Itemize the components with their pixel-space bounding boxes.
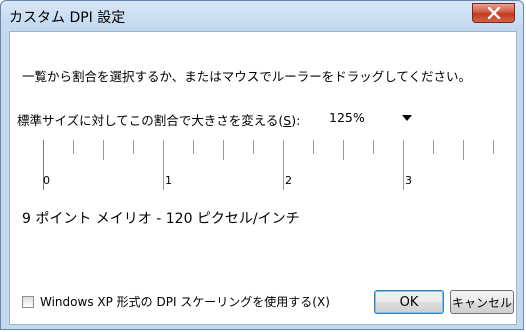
ruler-tick <box>103 140 104 160</box>
xp-scaling-option[interactable]: Windows XP 形式の DPI スケーリングを使用する(X) <box>22 293 330 310</box>
ok-button[interactable]: OK <box>374 290 444 314</box>
scale-label-after: ): <box>291 113 301 128</box>
ruler-tick <box>373 140 374 154</box>
chevron-down-icon <box>402 115 412 121</box>
xp-scaling-label[interactable]: Windows XP 形式の DPI スケーリングを使用する(X) <box>40 293 330 310</box>
ruler-tick <box>223 140 224 160</box>
ruler-tick-major <box>163 140 164 190</box>
ruler-tick-major <box>283 140 284 190</box>
ruler-tick <box>73 140 74 154</box>
ruler-label: 1 <box>165 174 172 187</box>
ruler-tick-major <box>403 140 404 190</box>
ruler-label: 2 <box>285 174 292 187</box>
ruler-tick <box>493 140 494 154</box>
window-title: カスタム DPI 設定 <box>9 10 126 26</box>
close-icon <box>487 7 500 19</box>
scale-label: 標準サイズに対してこの割合で大きさを変える(S): <box>17 110 300 129</box>
ruler-tick <box>343 140 344 160</box>
ruler-label: 3 <box>405 174 412 187</box>
ruler-tick <box>313 140 314 154</box>
ruler-tick <box>193 140 194 154</box>
title-bar[interactable]: カスタム DPI 設定 <box>1 1 523 31</box>
scale-label-accesskey: S <box>283 113 292 128</box>
font-info-text: 9 ポイント メイリオ - 120 ピクセル/インチ <box>22 211 300 227</box>
ruler-tick <box>133 140 134 154</box>
dpi-ruler[interactable]: 0 1 2 3 <box>10 140 518 200</box>
ruler-label: 0 <box>43 174 50 187</box>
cancel-button[interactable]: キャンセル <box>450 290 514 314</box>
scale-dropdown-value: 125% <box>329 110 365 125</box>
scale-label-before: 標準サイズに対してこの割合で大きさを変える( <box>17 113 284 128</box>
close-button[interactable] <box>472 3 515 23</box>
ruler-tick <box>463 140 464 160</box>
ruler-tick <box>253 140 254 154</box>
ruler-tick <box>433 140 434 154</box>
dialog-content: 一覧から割合を選択するか、またはマウスでルーラーをドラッグしてください。 標準サ… <box>9 31 517 325</box>
dpi-dialog: カスタム DPI 設定 一覧から割合を選択するか、またはマウスでルーラーをドラッ… <box>0 0 524 330</box>
xp-scaling-checkbox[interactable] <box>22 295 34 308</box>
instruction-text: 一覧から割合を選択するか、またはマウスでルーラーをドラッグしてください。 <box>22 69 472 84</box>
scale-dropdown[interactable]: 125% <box>328 108 420 128</box>
